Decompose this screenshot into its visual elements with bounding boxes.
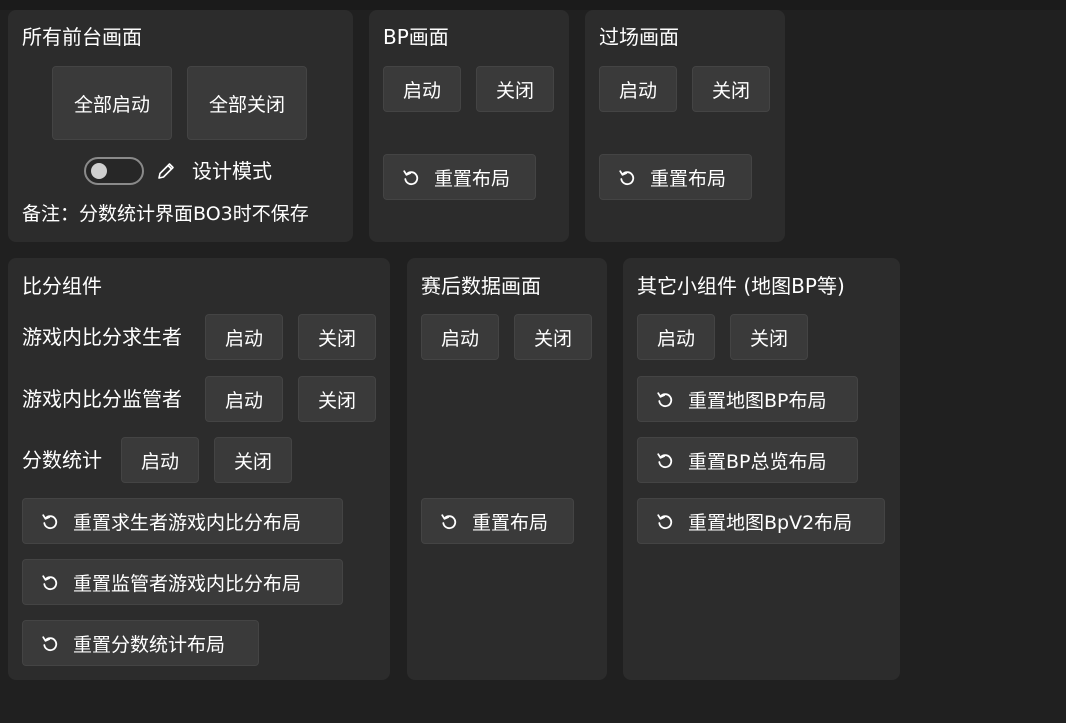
panel-title: 过场画面 bbox=[599, 25, 679, 49]
bp-start-button[interactable]: 启动 bbox=[383, 66, 461, 112]
score-stats-label: 分数统计 bbox=[22, 448, 102, 472]
survivor-score-start-button[interactable]: 启动 bbox=[205, 314, 283, 360]
hunter-score-start-button[interactable]: 启动 bbox=[205, 376, 283, 422]
panel-postgame: 赛后数据画面 启动 关闭 重置布局 bbox=[407, 258, 607, 680]
panel-transition: 过场画面 启动 关闭 重置布局 bbox=[585, 10, 785, 242]
note-text: 备注：分数统计界面BO3时不保存 bbox=[22, 203, 309, 225]
rotate-ccw-icon bbox=[654, 388, 676, 410]
panel-other-widgets: 其它小组件 (地图BP等) 启动 关闭 重置地图BP布局 重置BP总览布局 重置… bbox=[623, 258, 900, 680]
postgame-reset-layout-button[interactable]: 重置布局 bbox=[421, 498, 574, 544]
bp-reset-layout-button[interactable]: 重置布局 bbox=[383, 154, 536, 200]
score-stats-close-button[interactable]: 关闭 bbox=[214, 437, 292, 483]
rotate-ccw-icon bbox=[654, 510, 676, 532]
postgame-close-button[interactable]: 关闭 bbox=[514, 314, 592, 360]
reset-label: 重置地图BP布局 bbox=[688, 389, 827, 412]
start-all-button[interactable]: 全部启动 bbox=[52, 66, 172, 140]
panel-title: 所有前台画面 bbox=[22, 25, 142, 49]
widgets-start-button[interactable]: 启动 bbox=[637, 314, 715, 360]
rotate-ccw-icon bbox=[39, 571, 61, 593]
reset-label: 重置布局 bbox=[650, 167, 727, 190]
survivor-score-label: 游戏内比分求生者 bbox=[22, 325, 182, 349]
rotate-ccw-icon bbox=[438, 510, 460, 532]
rotate-ccw-icon bbox=[39, 632, 61, 654]
toggle-knob bbox=[91, 163, 107, 179]
reset-bp-overview-layout-button[interactable]: 重置BP总览布局 bbox=[637, 437, 858, 483]
panel-title: 其它小组件 (地图BP等) bbox=[637, 274, 845, 298]
reset-label: 重置监管者游戏内比分布局 bbox=[73, 572, 302, 595]
reset-map-bp-layout-button[interactable]: 重置地图BP布局 bbox=[637, 376, 858, 422]
reset-label: 重置布局 bbox=[434, 167, 511, 190]
hunter-score-close-button[interactable]: 关闭 bbox=[298, 376, 376, 422]
window-top-strip bbox=[0, 0, 1066, 10]
survivor-score-close-button[interactable]: 关闭 bbox=[298, 314, 376, 360]
rotate-ccw-icon bbox=[39, 510, 61, 532]
reset-survivor-score-layout-button[interactable]: 重置求生者游戏内比分布局 bbox=[22, 498, 343, 544]
design-mode-toggle[interactable] bbox=[84, 157, 144, 185]
panel-title: 赛后数据画面 bbox=[421, 274, 541, 298]
reset-score-stats-layout-button[interactable]: 重置分数统计布局 bbox=[22, 620, 259, 666]
panel-all-front: 所有前台画面 全部启动 全部关闭 设计模式 备注：分数统计界面BO3时不保存 bbox=[8, 10, 353, 242]
panel-title: BP画面 bbox=[383, 25, 449, 49]
panel-bp: BP画面 启动 关闭 重置布局 bbox=[369, 10, 569, 242]
hunter-score-label: 游戏内比分监管者 bbox=[22, 387, 182, 411]
widgets-close-button[interactable]: 关闭 bbox=[730, 314, 808, 360]
bp-close-button[interactable]: 关闭 bbox=[476, 66, 554, 112]
postgame-start-button[interactable]: 启动 bbox=[421, 314, 499, 360]
reset-label: 重置BP总览布局 bbox=[688, 450, 827, 473]
transition-reset-layout-button[interactable]: 重置布局 bbox=[599, 154, 752, 200]
panel-title: 比分组件 bbox=[22, 274, 102, 298]
reset-map-bpv2-layout-button[interactable]: 重置地图BpV2布局 bbox=[637, 498, 885, 544]
rotate-ccw-icon bbox=[616, 166, 638, 188]
panel-score: 比分组件 游戏内比分求生者 启动 关闭 游戏内比分监管者 启动 关闭 分数统计 … bbox=[8, 258, 390, 680]
score-stats-start-button[interactable]: 启动 bbox=[121, 437, 199, 483]
reset-label: 重置求生者游戏内比分布局 bbox=[73, 511, 302, 534]
pencil-icon bbox=[155, 160, 177, 182]
transition-close-button[interactable]: 关闭 bbox=[692, 66, 770, 112]
reset-hunter-score-layout-button[interactable]: 重置监管者游戏内比分布局 bbox=[22, 559, 343, 605]
close-all-button[interactable]: 全部关闭 bbox=[187, 66, 307, 140]
transition-start-button[interactable]: 启动 bbox=[599, 66, 677, 112]
reset-label: 重置分数统计布局 bbox=[73, 633, 226, 656]
reset-label: 重置布局 bbox=[472, 511, 549, 534]
rotate-ccw-icon bbox=[400, 166, 422, 188]
design-mode-label: 设计模式 bbox=[192, 159, 272, 183]
rotate-ccw-icon bbox=[654, 449, 676, 471]
reset-label: 重置地图BpV2布局 bbox=[688, 511, 853, 534]
